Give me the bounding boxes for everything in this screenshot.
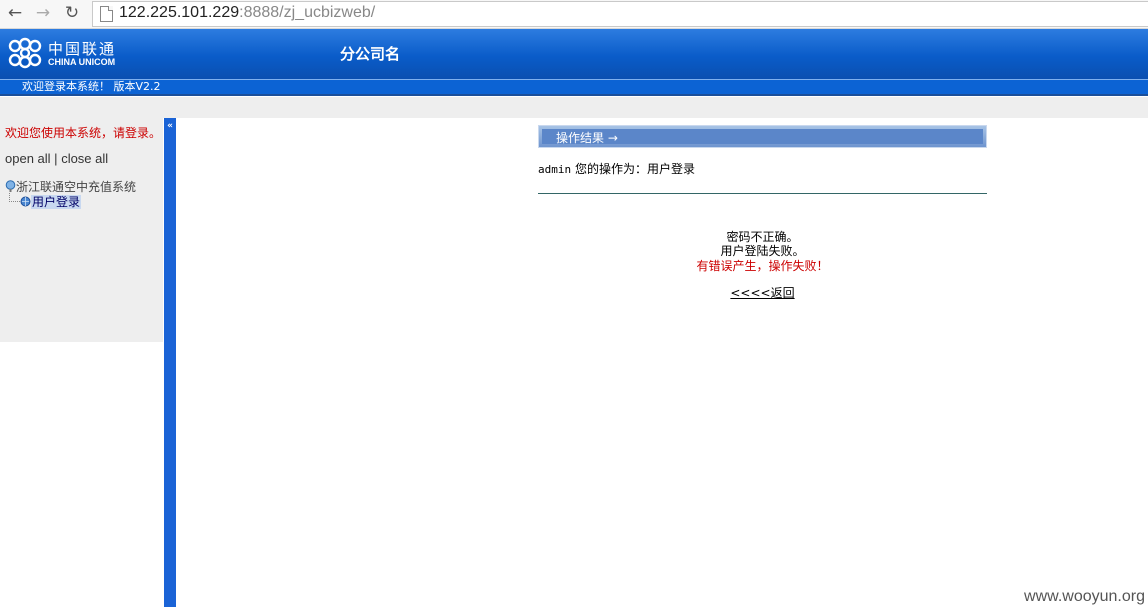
result-panel-header: 操作结果 → xyxy=(538,125,987,148)
welcome-strip: 欢迎登录本系统！ 版本V2.2 xyxy=(0,80,1148,96)
back-link[interactable]: <<<<返回 xyxy=(730,286,794,300)
app-header: 中国联通 CHINA UNICOM 分公司名 xyxy=(0,29,1148,80)
china-unicom-logo-icon xyxy=(8,37,42,69)
back-arrow-icon[interactable]: ← xyxy=(5,3,25,23)
operation-line: admin 您的操作为：用户登录 xyxy=(538,160,695,177)
open-all-link[interactable]: open all xyxy=(5,151,51,166)
branch-title: 分公司名 xyxy=(340,45,401,63)
gray-band xyxy=(0,97,1148,118)
url-text: 122.225.101.229:8888/zj_ucbizweb/ xyxy=(119,4,375,22)
tree-item-user-login[interactable]: 用户登录 xyxy=(9,193,82,210)
result-title: 操作结果 → xyxy=(556,131,618,145)
collapse-left-icon[interactable]: « xyxy=(165,121,175,131)
logo-chinese-text: 中国联通 xyxy=(48,40,117,58)
globe-page-icon xyxy=(20,196,31,207)
logo-english-text: CHINA UNICOM xyxy=(48,57,116,67)
url-host: 122.225.101.229 xyxy=(119,4,240,21)
globe-icon xyxy=(5,180,16,192)
username: admin xyxy=(538,163,572,176)
tree-controls: open all | close all xyxy=(5,151,108,166)
tree-controls-separator: | xyxy=(54,151,58,166)
tree-connector xyxy=(9,193,20,202)
sidebar: 欢迎您使用本系统，请登录。 open all | close all 浙江联通空… xyxy=(0,118,163,342)
browser-toolbar: ← → ↻ 122.225.101.229:8888/zj_ucbizweb/ xyxy=(0,0,1148,29)
forward-arrow-icon[interactable]: → xyxy=(33,3,53,23)
sidebar-welcome-text: 欢迎您使用本系统，请登录。 xyxy=(5,126,162,140)
tree-item-label: 用户登录 xyxy=(31,195,82,209)
tree-root-label: 浙江联通空中充值系统 xyxy=(16,180,137,194)
operation-name: 用户登录 xyxy=(646,162,695,176)
close-all-link[interactable]: close all xyxy=(61,151,108,166)
divider xyxy=(538,193,987,194)
address-bar[interactable]: 122.225.101.229:8888/zj_ucbizweb/ xyxy=(92,1,1148,27)
error-message: 有错误产生，操作失败！ xyxy=(696,259,829,273)
result-header-bar: 操作结果 → xyxy=(542,129,983,145)
operation-prefix: 您的操作为： xyxy=(574,162,647,176)
watermark: www.wooyun.org xyxy=(1024,588,1145,605)
sidebar-splitter[interactable]: « xyxy=(164,118,176,607)
welcome-version-text: 欢迎登录本系统！ 版本V2.2 xyxy=(22,80,161,93)
back-link-container: <<<<返回 xyxy=(538,284,987,301)
page-icon xyxy=(100,6,113,22)
reload-icon[interactable]: ↻ xyxy=(62,3,82,23)
url-path: :8888/zj_ucbizweb/ xyxy=(239,4,376,21)
